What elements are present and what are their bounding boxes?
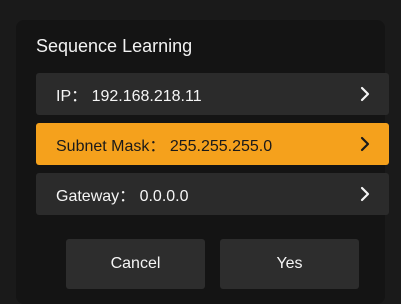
cancel-button[interactable]: Cancel <box>66 239 205 289</box>
chevron-right-icon <box>357 136 373 152</box>
gateway-row-text: Gateway： 0.0.0.0 <box>56 188 189 205</box>
dialog-title: Sequence Learning <box>36 36 193 56</box>
chevron-right-icon <box>357 86 373 102</box>
gateway-row[interactable]: Gateway： 0.0.0.0 <box>36 173 389 215</box>
ip-row[interactable]: IP： 192.168.218.11 <box>36 73 389 115</box>
subnet-mask-row-text: Subnet Mask： 255.255.255.0 <box>56 138 273 155</box>
subnet-mask-row[interactable]: Subnet Mask： 255.255.255.0 <box>36 123 389 165</box>
yes-button[interactable]: Yes <box>220 239 359 289</box>
ip-row-text: IP： 192.168.218.11 <box>56 88 202 105</box>
chevron-right-icon <box>357 186 373 202</box>
